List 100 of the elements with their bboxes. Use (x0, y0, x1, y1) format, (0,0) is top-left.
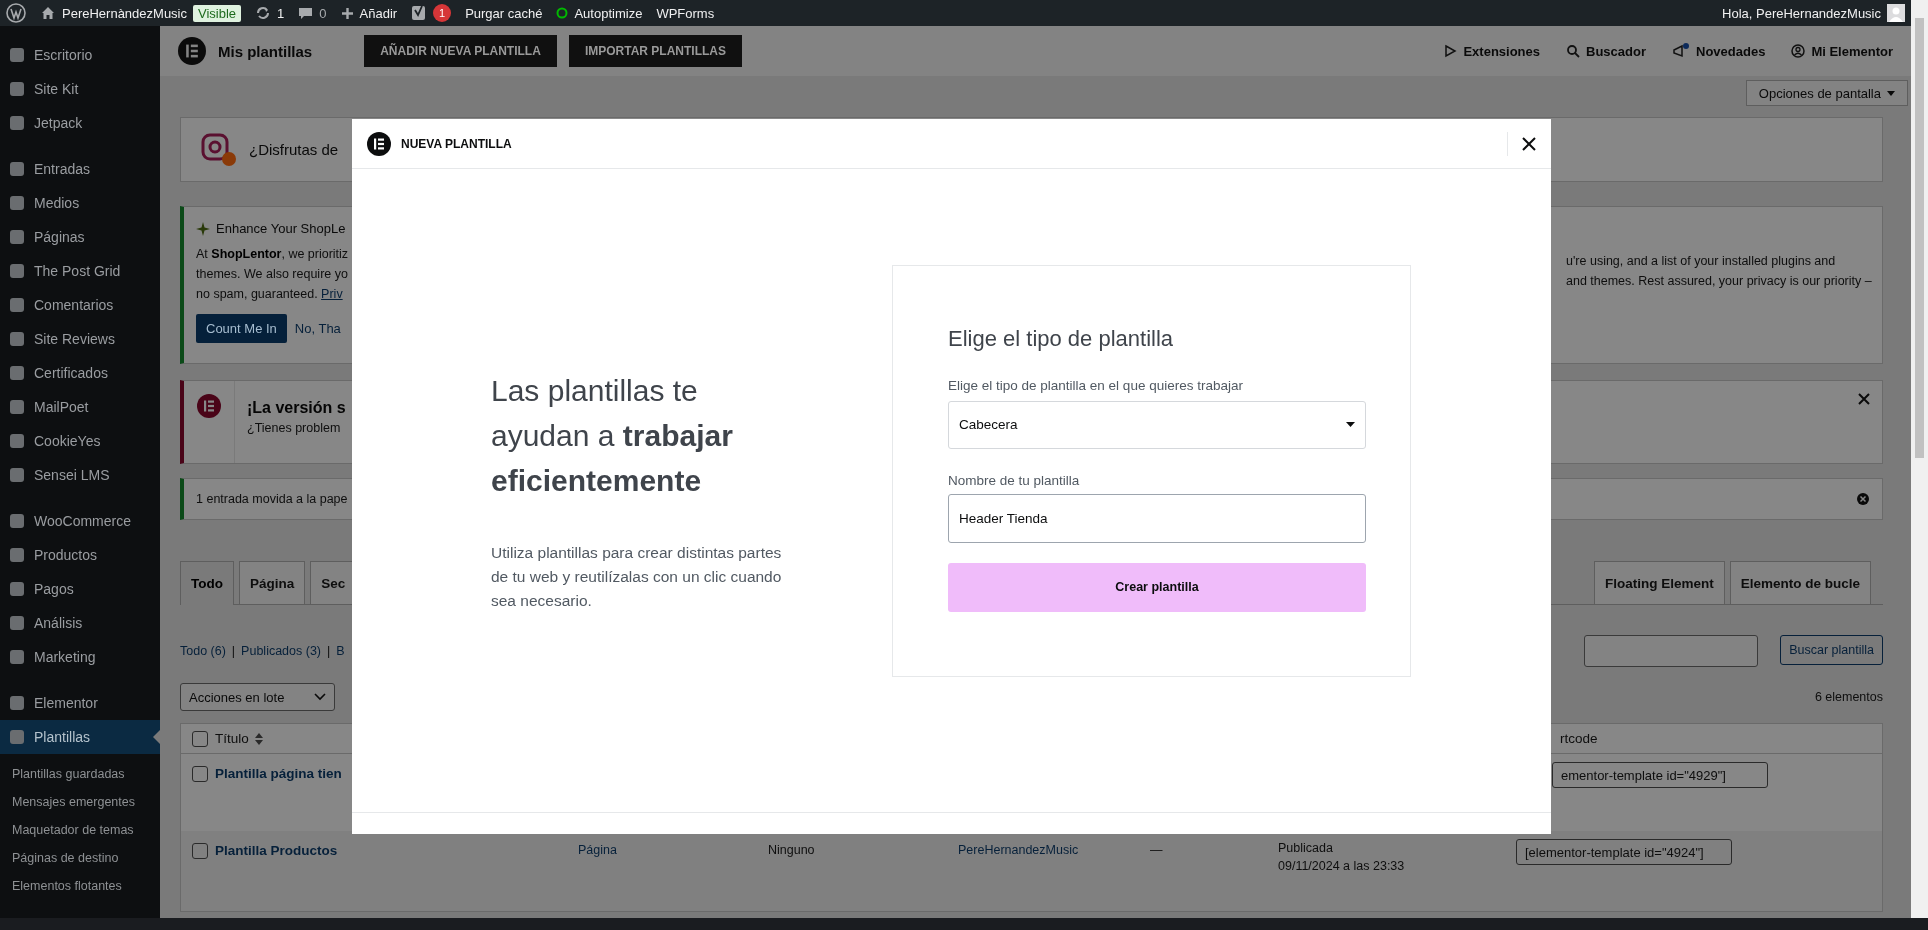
screen-options-button[interactable]: Opciones de pantalla (1745, 80, 1908, 106)
column-header: rtcode (1559, 731, 1599, 746)
author-link[interactable]: PereHernandezMusic (958, 843, 1150, 857)
square-icon (8, 262, 26, 280)
sidebar-item[interactable]: Escritorio (0, 38, 160, 72)
sidebar-item[interactable]: Sensei LMS (0, 458, 160, 492)
header-button[interactable]: AÑADIR NUEVA PLANTILLA (364, 35, 557, 67)
sidebar-item[interactable]: Medios (0, 186, 160, 220)
sidebar-item[interactable]: CookieYes (0, 424, 160, 458)
elementor-logo-icon (178, 37, 206, 65)
status-filter-link[interactable]: Todo (6) (180, 644, 226, 658)
filter-tab[interactable]: Página (239, 561, 306, 604)
sidebar-item[interactable]: Pagos (0, 572, 160, 606)
filter-tab[interactable]: Todo (180, 561, 234, 605)
square-icon (8, 648, 26, 666)
notice-text: At ShopLentor, we prioritiz (196, 246, 349, 263)
sidebar-item[interactable]: Plantillas (0, 720, 160, 754)
sidebar-item[interactable]: Site Reviews (0, 322, 160, 356)
status-filter-link[interactable]: B (336, 644, 345, 658)
decline-link[interactable]: No, Tha (294, 321, 341, 336)
filter-tab[interactable]: Floating Element (1593, 561, 1725, 604)
status-filter-link[interactable]: Publicados (3) (241, 644, 321, 658)
sort-icon (254, 732, 263, 745)
square-icon (8, 694, 26, 712)
sidebar-item[interactable]: Productos (0, 538, 160, 572)
notice-text: and themes. Rest assured, your privacy is our priority – (1566, 273, 1873, 290)
refresh-icon (255, 5, 272, 21)
updates-count[interactable]: 1 (277, 5, 285, 21)
square-icon (8, 296, 26, 314)
sidebar-item[interactable]: WooCommerce (0, 504, 160, 538)
search-icon (1566, 44, 1581, 58)
sidebar-item[interactable]: Entradas (0, 152, 160, 186)
separator: | (327, 644, 331, 658)
header-link[interactable]: Buscador (1586, 43, 1646, 59)
notice-text: ¿Tienes problem (247, 421, 342, 435)
bulk-actions-dropdown[interactable]: Acciones en lote (180, 683, 335, 711)
home-icon (40, 5, 56, 21)
checkbox[interactable] (192, 766, 208, 782)
notice-text: u're using, and a list of your installed plugins and (1566, 253, 1837, 270)
toolbar-link[interactable]: Purgar caché (465, 5, 543, 21)
search-field[interactable] (1584, 635, 1759, 667)
sidebar-item[interactable]: Marketing (0, 640, 160, 674)
chevron-icon (314, 693, 326, 701)
toolbar-link[interactable]: WPForms (656, 5, 715, 21)
template-type-dropdown[interactable]: Cabecera (948, 400, 1366, 449)
field-label: Elige el tipo de plantilla en el que quieres trabajar (948, 377, 1244, 393)
shortcode-field[interactable]: ementor-template id="4929"] (1552, 762, 1768, 788)
sidebar-item[interactable]: Site Kit (0, 72, 160, 106)
submenu-item[interactable]: Elementos flotantes (0, 872, 160, 900)
search-button[interactable]: Buscar plantilla (1780, 635, 1883, 665)
privacy-link[interactable]: Priv (321, 287, 343, 301)
header-link[interactable]: Extensiones (1463, 43, 1541, 59)
submenu-item[interactable]: Maquetador de temas (0, 816, 160, 844)
header-link[interactable]: Novedades (1696, 43, 1766, 59)
add-new-link[interactable]: Añadir (359, 5, 398, 21)
template-name-field[interactable]: Header Tienda (948, 493, 1366, 543)
sidebar-item[interactable]: Certificados (0, 356, 160, 390)
dialog-title: NUEVA PLANTILLA (401, 136, 512, 151)
create-template-button[interactable]: Crear plantilla (948, 562, 1366, 612)
scrollbar[interactable] (1911, 0, 1928, 918)
toolbar-link[interactable]: Autoptimize (574, 5, 643, 21)
square-icon (8, 398, 26, 416)
user-icon (1791, 44, 1806, 58)
notification-count: 1 (433, 4, 452, 22)
square-icon (8, 228, 26, 246)
dismiss-icon[interactable] (1856, 492, 1870, 506)
date-text: 09/11/2024 a las 23:33 (1278, 858, 1406, 875)
sidebar-item[interactable]: Comentarios (0, 288, 160, 322)
header-button[interactable]: IMPORTAR PLANTILLAS (568, 35, 742, 67)
submenu-item[interactable]: Páginas de destino (0, 844, 160, 872)
template-title-link[interactable]: Plantilla Productos (215, 843, 578, 858)
sidebar-item[interactable]: MailPoet (0, 390, 160, 424)
checkbox[interactable] (192, 843, 208, 859)
square-icon (8, 46, 26, 64)
separator: | (231, 644, 236, 658)
notice-text: 1 entrada movida a la pape (196, 492, 348, 506)
square-icon (8, 432, 26, 450)
sidebar-item[interactable]: Análisis (0, 606, 160, 640)
greeting-link[interactable]: Hola, PereHernandezMusic (1722, 5, 1881, 21)
site-name-link[interactable]: PereHernàndezMusic (62, 5, 187, 21)
dialog-description: Utiliza plantillas para crear distintas partes de tu web y reutilízalas con un clic cuando sea necesario. (491, 543, 783, 611)
square-icon (8, 614, 26, 632)
type-link[interactable]: Página (578, 843, 768, 857)
checkbox[interactable] (192, 730, 208, 747)
status-text: Publicada (1278, 840, 1334, 857)
column-header[interactable]: Título (215, 731, 249, 746)
shortcode-field[interactable]: [elementor-template id="4924"] (1516, 839, 1732, 865)
submenu-item[interactable]: Plantillas guardadas (0, 760, 160, 788)
wordpress-logo-icon[interactable] (6, 3, 26, 23)
sidebar-item[interactable]: Jetpack (0, 106, 160, 140)
plus-icon (340, 6, 354, 20)
comments-count[interactable]: 0 (319, 5, 327, 21)
sidebar-item[interactable]: Elementor (0, 686, 160, 720)
sidebar-item[interactable]: Páginas (0, 220, 160, 254)
submenu-item[interactable]: Mensajes emergentes (0, 788, 160, 816)
header-link[interactable]: Mi Elementor (1811, 43, 1893, 59)
filter-tab[interactable]: Elemento de bucle (1729, 561, 1871, 604)
sidebar-item[interactable]: The Post Grid (0, 254, 160, 288)
count-me-in-button[interactable]: Count Me In (196, 314, 287, 343)
close-icon[interactable] (1522, 136, 1536, 151)
